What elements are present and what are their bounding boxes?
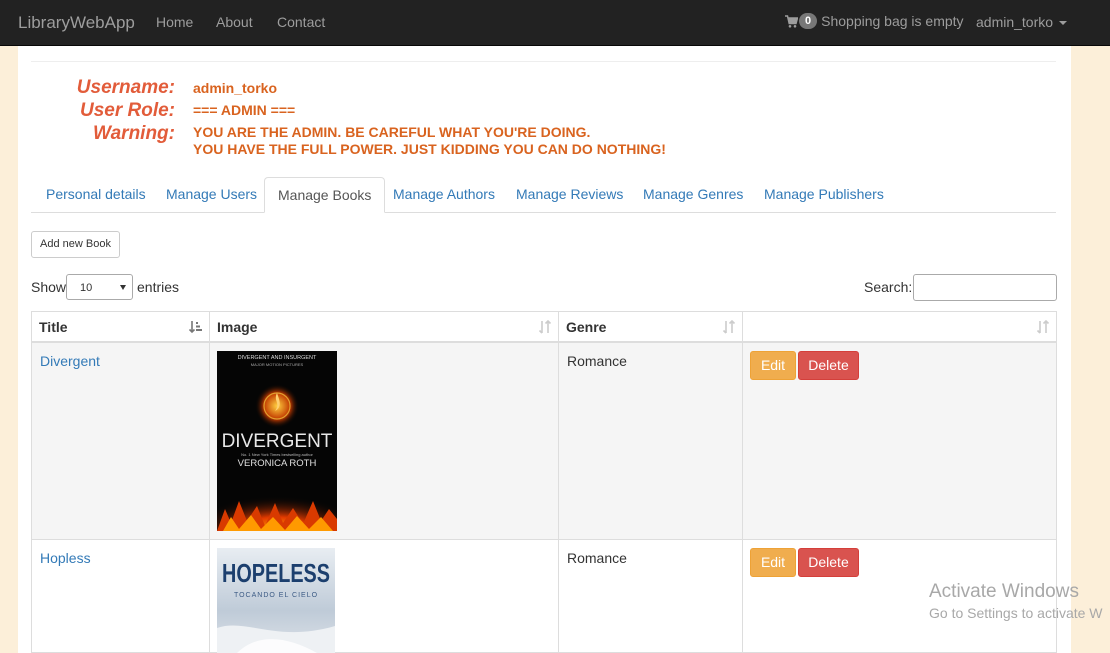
cart-status-text: Shopping bag is empty [821,13,964,29]
sort-both-icon [1036,320,1050,334]
column-header-title-label: Title [39,319,68,335]
role-value: === ADMIN === [193,102,296,118]
username-label: Username: [76,77,175,98]
svg-text:TOCANDO EL CIELO: TOCANDO EL CIELO [234,592,318,599]
delete-button[interactable]: Delete [798,548,859,577]
sort-both-icon [722,320,736,334]
tab-manage-publishers[interactable]: Manage Publishers [764,186,884,202]
book-cover-image: HOPELESS TOCANDO EL CIELO [217,548,335,653]
role-label: User Role: [79,100,175,121]
username-value: admin_torko [193,80,278,96]
image-cell: HOPELESS TOCANDO EL CIELO [210,540,559,653]
tab-manage-reviews[interactable]: Manage Reviews [516,186,623,202]
tab-bar-underline [31,212,1056,213]
column-header-image-label: Image [217,319,258,335]
sort-both-icon [538,320,552,334]
svg-text:DIVERGENT AND INSURGENT: DIVERGENT AND INSURGENT [238,355,317,361]
divider [31,61,1056,62]
activate-windows-watermark-title: Activate Windows [929,581,1079,602]
nav-contact-link[interactable]: Contact [277,14,325,30]
warning-line-2: YOU HAVE THE FULL POWER. JUST KIDDING YO… [193,141,666,157]
entries-select[interactable]: 10 [66,274,133,300]
genre-cell: Romance [559,343,743,539]
navbar: LibraryWebApp Home About Contact 0 Shopp… [0,0,1110,46]
column-header-image[interactable]: Image [209,311,559,343]
svg-text:No. 1 New York Times bestselli: No. 1 New York Times bestselling author [241,452,313,457]
activate-windows-watermark-subtitle: Go to Settings to activate W [929,605,1103,621]
edit-button[interactable]: Edit [750,351,796,380]
entries-select-value: 10 [80,282,93,294]
edit-button[interactable]: Edit [750,548,796,577]
genre-text: Romance [567,550,627,566]
book-title-link[interactable]: Hopless [40,550,91,566]
column-header-title[interactable]: Title [31,311,210,343]
book-title-link[interactable]: Divergent [40,353,100,369]
search-label: Search: [864,279,913,295]
column-header-actions[interactable] [742,311,1057,343]
svg-text:HOPELESS: HOPELESS [222,558,330,588]
user-menu-dropdown[interactable]: admin_torko [976,14,1068,30]
title-cell: Hopless [32,540,210,652]
user-menu-label: admin_torko [976,14,1054,30]
brand-link[interactable]: LibraryWebApp [18,13,135,33]
tab-manage-genres[interactable]: Manage Genres [643,186,743,202]
column-header-genre[interactable]: Genre [558,311,743,343]
cart-count-badge: 0 [799,13,818,29]
entries-label: entries [137,279,180,295]
column-header-genre-label: Genre [566,319,607,335]
caret-down-icon [1059,21,1068,26]
nav-home-link[interactable]: Home [156,14,193,30]
tab-manage-books[interactable]: Manage Books [264,177,386,213]
genre-cell: Romance [559,540,743,652]
table-row: Divergent DIVERGENT AND INSURGENT MAJOR … [31,343,1057,540]
search-input[interactable] [913,274,1057,301]
svg-text:DIVERGENT: DIVERGENT [222,431,333,452]
title-cell: Divergent [32,343,210,539]
warning-label: Warning: [93,123,175,144]
nav-about-link[interactable]: About [216,14,253,30]
warning-line-1: YOU ARE THE ADMIN. BE CAREFUL WHAT YOU'R… [193,124,591,140]
sort-ascending-icon [189,321,202,334]
table-row: Hopless HOPELESS TOCANDO EL CIELO Romanc… [31,540,1057,653]
book-cover-image: DIVERGENT AND INSURGENT MAJOR MOTION PIC… [217,351,337,531]
genre-text: Romance [567,353,627,369]
tab-manage-users[interactable]: Manage Users [166,186,257,202]
cart-icon [785,14,798,28]
tab-personal-details[interactable]: Personal details [46,186,146,202]
image-cell: DIVERGENT AND INSURGENT MAJOR MOTION PIC… [210,343,559,539]
add-book-button[interactable]: Add new Book [31,231,120,258]
tab-manage-authors[interactable]: Manage Authors [393,186,495,202]
show-label: Show [31,279,67,295]
delete-button[interactable]: Delete [798,351,859,380]
main-container: Username: admin_torko User Role: === ADM… [18,46,1071,653]
shopping-bag-link[interactable]: 0 Shopping bag is empty [785,13,964,29]
svg-text:VERONICA ROTH: VERONICA ROTH [238,458,317,469]
svg-text:MAJOR MOTION PICTURES: MAJOR MOTION PICTURES [251,362,304,367]
chevron-down-icon [120,285,126,290]
